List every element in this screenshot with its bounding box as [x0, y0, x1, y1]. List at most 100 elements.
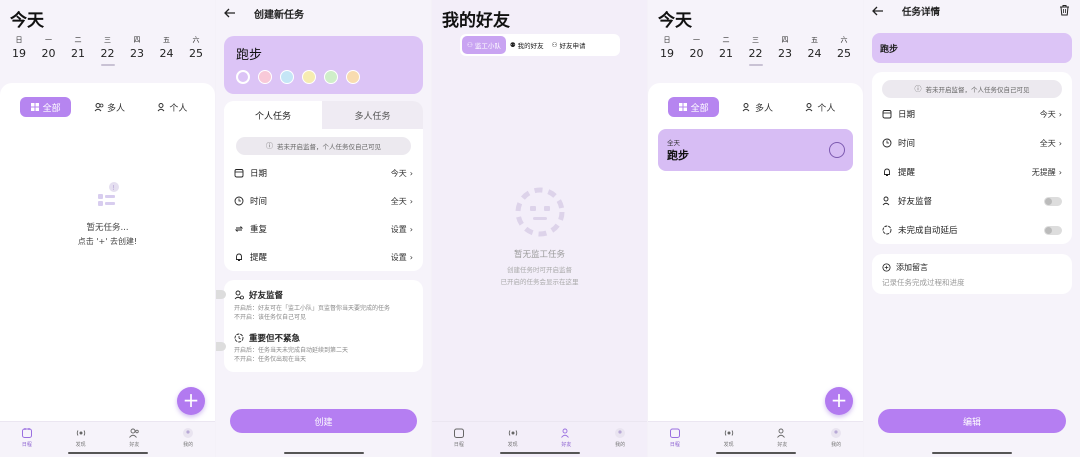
day-mon[interactable]: 一 20: [684, 35, 710, 66]
tab-label: 全部: [42, 103, 61, 114]
create-button[interactable]: 创建: [230, 409, 417, 433]
important-option: 重要但不紧急: [234, 332, 300, 344]
avatar-icon: [183, 428, 194, 438]
important-toggle[interactable]: [216, 342, 226, 351]
nav-schedule[interactable]: 日程: [439, 422, 479, 457]
day-tue[interactable]: 二 21: [713, 35, 739, 66]
friends-screen: 我的好友 ⚇ 监工小队 ⚉ 我的好友 ⚇ 好友申请 暂无监工任务 创建任务时可开启监督…: [432, 0, 647, 457]
home-indicator: [715, 452, 796, 454]
person-icon: [157, 103, 165, 112]
task-complete-checkbox[interactable]: [829, 142, 845, 158]
day-sat[interactable]: 六 25: [831, 35, 857, 66]
date-number: 20: [689, 47, 704, 60]
tab-my-friends[interactable]: ⚉ 我的好友: [506, 40, 548, 50]
page-title: 任务详情: [902, 7, 941, 18]
info-icon: ⓘ: [266, 142, 273, 150]
back-arrow-icon[interactable]: [872, 6, 884, 16]
day-mon[interactable]: 一 20: [36, 35, 62, 66]
tab-group-task[interactable]: 多人任务: [322, 101, 423, 129]
important-desc-1: 开启后：任务当天未完成自动延续到第二天: [234, 347, 349, 354]
row-value: 全天: [1039, 138, 1056, 148]
tab-label: 个人: [817, 103, 836, 114]
auto-delay-toggle[interactable]: [1044, 225, 1062, 235]
nav-schedule[interactable]: 日程: [655, 422, 695, 457]
row-repeat[interactable]: 重复 设置 ›: [234, 217, 413, 241]
day-thu[interactable]: 四 23: [124, 35, 150, 66]
row-time[interactable]: 时间 全天 ›: [234, 189, 413, 213]
color-option-selected[interactable]: [236, 70, 250, 84]
tab-friend-requests[interactable]: ⚇ 好友申请: [548, 40, 590, 50]
tab-personal[interactable]: 个人: [148, 97, 195, 117]
tab-group[interactable]: 多人: [86, 97, 133, 117]
nav-label: 日程: [21, 442, 32, 448]
option-title: 重要但不紧急: [249, 334, 301, 344]
friends-tabs: ⚇ 监工小队 ⚉ 我的好友 ⚇ 好友申请: [460, 34, 620, 56]
row-date[interactable]: 日期 今天 ›: [882, 102, 1062, 126]
tab-all[interactable]: 全部: [667, 97, 719, 117]
clock-icon: [882, 138, 892, 148]
trash-icon[interactable]: [1059, 4, 1070, 16]
date-number: 25: [837, 47, 851, 60]
home-indicator: [932, 452, 1012, 454]
row-date[interactable]: 日期 今天 ›: [234, 161, 413, 185]
color-option[interactable]: [346, 70, 360, 84]
add-task-button[interactable]: +: [177, 387, 205, 415]
day-fri[interactable]: 五 24: [154, 35, 180, 66]
calendar-icon: [234, 169, 244, 178]
tab-label: 我的好友: [517, 42, 544, 50]
calendar-icon: [21, 428, 32, 438]
comment-card[interactable]: 添加留言 记录任务完成过程和进度: [872, 254, 1072, 294]
color-option[interactable]: [258, 70, 272, 84]
weekday-label: 五: [811, 36, 818, 44]
day-sat[interactable]: 六 25: [183, 35, 209, 66]
row-reminder[interactable]: 提醒 无提醒 ›: [882, 160, 1062, 184]
tab-supervisor-team[interactable]: ⚇ 监工小队: [462, 36, 506, 54]
color-option[interactable]: [280, 70, 294, 84]
day-tue[interactable]: 二 21: [65, 35, 91, 66]
tab-all[interactable]: 全部: [19, 97, 71, 117]
row-value: 今天: [390, 168, 407, 178]
tab-personal-task[interactable]: 个人任务: [224, 101, 322, 129]
back-arrow-icon[interactable]: [224, 8, 236, 18]
row-reminder[interactable]: 提醒 设置 ›: [234, 245, 413, 269]
row-time[interactable]: 时间 全天 ›: [882, 131, 1062, 155]
nav-me[interactable]: 我的: [600, 422, 640, 457]
day-wed[interactable]: 三 22: [95, 35, 121, 66]
bell-icon: [236, 253, 242, 261]
date-number: 19: [660, 47, 674, 60]
row-label: 好友监督: [898, 197, 933, 207]
task-name-card: 跑步: [224, 36, 423, 94]
nav-me[interactable]: 我的: [168, 422, 208, 457]
task-name-input[interactable]: 跑步: [236, 44, 262, 63]
task-card[interactable]: 全天 跑步: [658, 129, 853, 171]
day-thu[interactable]: 四 23: [772, 35, 798, 66]
broadcast-icon: [508, 430, 517, 436]
row-value: 设置: [390, 224, 407, 234]
chevron-right-icon: ›: [1058, 109, 1062, 119]
calendar-icon: [882, 110, 892, 119]
task-list-area: 全部 多人 个人 ! 暂无任务... 点击 '+' 去创建!: [0, 83, 215, 421]
tab-group[interactable]: 多人: [734, 97, 781, 117]
nav-me[interactable]: 我的: [816, 422, 856, 457]
empty-list-icon: !: [97, 182, 119, 206]
add-task-button[interactable]: +: [825, 387, 853, 415]
day-fri[interactable]: 五 24: [802, 35, 828, 66]
tab-personal[interactable]: 个人: [796, 97, 843, 117]
date-number: 21: [71, 47, 85, 60]
day-sun[interactable]: 日 19: [6, 35, 32, 66]
supervise-toggle[interactable]: [1044, 196, 1062, 206]
color-option[interactable]: [324, 70, 338, 84]
weekday-label: 日: [663, 36, 671, 44]
weekday-label: 一: [693, 36, 700, 44]
day-sun[interactable]: 日 19: [654, 35, 680, 66]
selected-day-indicator: [748, 64, 763, 66]
weekday-label: 五: [163, 36, 170, 44]
nav-label: 发现: [723, 442, 734, 448]
people-icon: [742, 103, 750, 112]
edit-button[interactable]: 编辑: [878, 409, 1066, 433]
color-option[interactable]: [302, 70, 316, 84]
supervise-toggle[interactable]: [216, 290, 226, 299]
day-wed[interactable]: 三 22: [743, 35, 769, 66]
tab-label: 多人: [754, 103, 773, 114]
nav-schedule[interactable]: 日程: [7, 422, 47, 457]
